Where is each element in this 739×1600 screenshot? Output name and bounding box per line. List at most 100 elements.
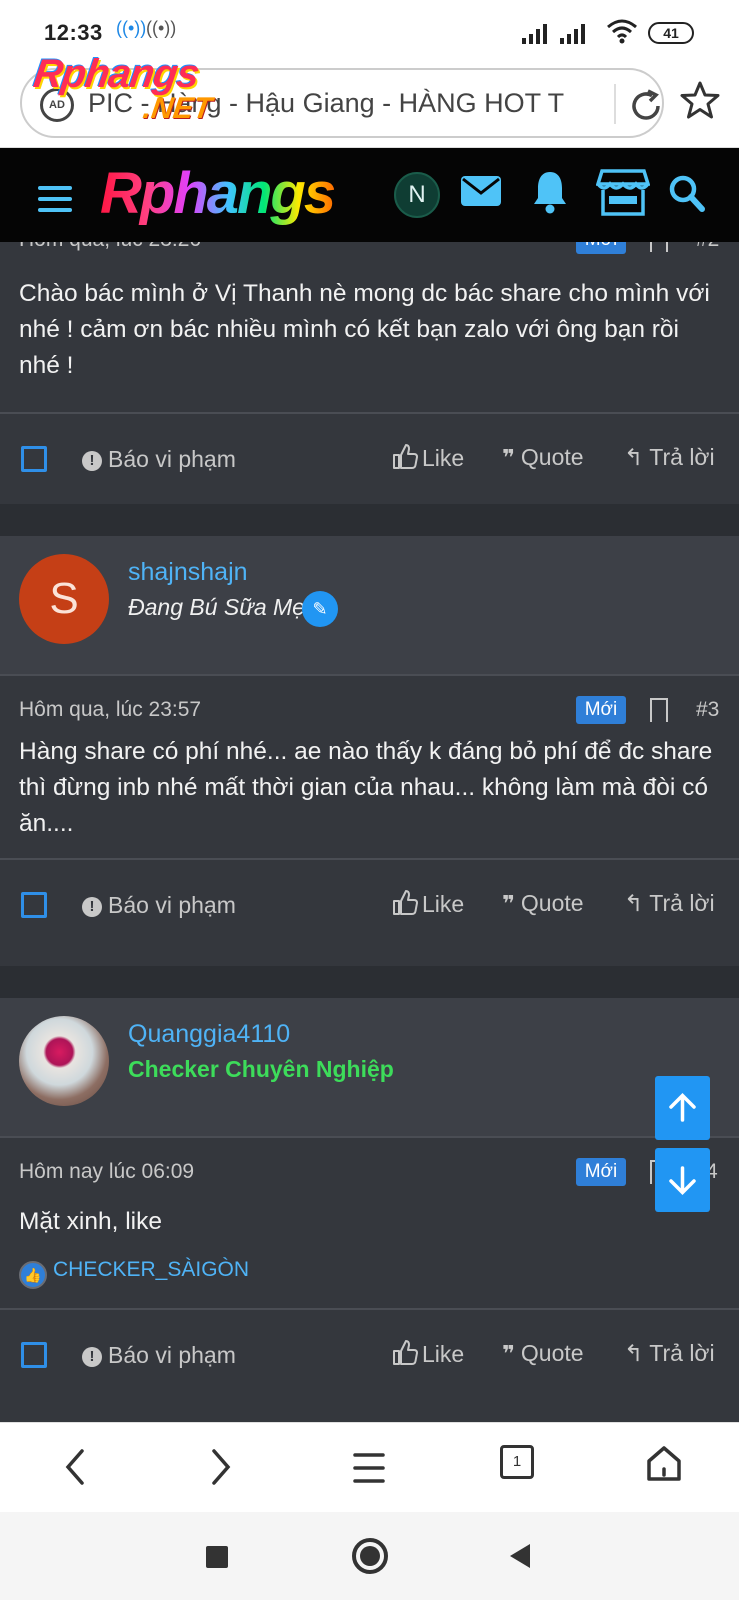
new-badge: Mới [576,1158,626,1186]
alert-icon: ! [82,1347,102,1367]
browser-nav-bar: 1 [0,1422,739,1512]
bell-icon[interactable] [532,170,568,214]
site-logo[interactable]: Rphangs [100,160,336,227]
reply-label: Trả lời [649,444,715,470]
quote-button[interactable]: ❞ Quote [502,890,584,917]
quote-label: Quote [520,1340,584,1366]
post-time: Hôm qua, lúc 23:26 [19,242,201,252]
like-button[interactable]: Like [392,1340,464,1368]
reply-label: Trả lời [649,890,715,916]
hotspot-icon: ((•)) [116,18,147,38]
forward-icon[interactable] [206,1447,236,1487]
arrow-down-icon [669,1166,696,1195]
username[interactable]: Quanggia4110 [128,1020,290,1049]
scroll-top-button[interactable] [655,1076,710,1140]
post-time: Hôm qua, lúc 23:57 [19,698,202,721]
quote-icon: ❞ [502,891,515,916]
quote-button[interactable]: ❞ Quote [502,444,584,471]
quote-button[interactable]: ❞ Quote [502,1340,584,1367]
watermark-logo: Rphangs .NET [30,52,214,125]
url-divider [614,84,616,124]
bookmark-icon[interactable] [650,242,668,252]
home-icon[interactable] [646,1445,682,1483]
post-message: Mặt xinh, like [19,1208,162,1235]
user-avatar[interactable]: N [394,172,440,218]
wifi-icon [607,19,637,44]
post-message: Chào bác mình ở Vị Thanh nè mong dc bác … [19,280,710,379]
signal-icon-2 [560,22,585,44]
thread-content[interactable]: Hôm qua, lúc 23:26 Mới #2 Chào bác mình … [0,242,739,1422]
user-title: Đang Bú Sữa Mẹ [128,594,305,620]
post-message: Hàng share có phí nhé... ae nào thấy k đ… [19,738,713,837]
reload-icon[interactable] [626,86,664,126]
select-checkbox[interactable] [21,446,47,472]
scroll-bottom-button[interactable] [655,1148,710,1212]
back-icon[interactable] [60,1447,90,1487]
like-button[interactable]: Like [392,890,464,918]
like-button[interactable]: Like [392,444,464,472]
post-gap [0,504,739,536]
post-3: S shajnshajn Đang Bú Sữa Mẹ ✎ Hôm qua, l… [0,536,739,966]
menu-lines-icon[interactable] [352,1451,386,1485]
mail-icon[interactable] [460,174,502,210]
select-checkbox[interactable] [21,892,47,918]
new-badge: Mới [576,696,626,724]
like-label: Like [422,891,465,917]
reply-icon: ↰ [624,1340,644,1366]
username[interactable]: shajnshajn [128,558,248,587]
post-author: S shajnshajn Đang Bú Sữa Mẹ ✎ [0,536,739,676]
bookmark-icon[interactable] [650,698,668,722]
menu-icon[interactable] [38,186,72,219]
back-system-icon[interactable] [508,1542,532,1570]
report-label: Báo vi phạm [108,892,236,918]
signal-icon [522,22,547,44]
tabs-button[interactable]: 1 [500,1445,534,1479]
post-number[interactable]: #2 [696,242,719,252]
watermark-net: .NET [140,92,214,125]
search-icon[interactable] [668,174,706,214]
thumbs-up-icon [393,890,418,915]
select-checkbox[interactable] [21,1342,47,1368]
report-label: Báo vi phạm [108,446,236,472]
site-header: Rphangs N [0,148,739,242]
post-gap [0,966,739,998]
thumbs-up-icon [393,1340,418,1365]
alert-icon: ! [82,451,102,471]
home-system-icon[interactable] [352,1538,388,1574]
avatar[interactable]: S [19,554,109,644]
thumbs-up-icon [393,444,418,469]
report-button[interactable]: ! Báo vi phạm [82,1342,236,1369]
alert-icon: ! [82,897,102,917]
report-button[interactable]: ! Báo vi phạm [82,892,236,919]
system-nav-bar [0,1512,739,1600]
quote-icon: ❞ [502,445,515,470]
store-icon[interactable] [596,168,650,218]
post-time: Hôm nay lúc 06:09 [19,1160,195,1183]
hotspot-icon-2: ((•)) [146,18,177,38]
user-title: Checker Chuyên Nghiệp [128,1056,394,1082]
post-actions: ! Báo vi phạm Like ❞ Quote ↰ Trả lời [0,1310,739,1402]
status-time: 12:33 [44,20,103,45]
quote-icon: ❞ [502,1341,515,1366]
post-number[interactable]: #3 [696,698,719,722]
reply-button[interactable]: ↰ Trả lời [624,1340,715,1367]
reply-button[interactable]: ↰ Trả lời [624,444,715,471]
report-label: Báo vi phạm [108,1342,236,1368]
reaction-summary[interactable]: 👍 CHECKER_SÀIGÒN [19,1258,249,1289]
avatar[interactable] [19,1016,109,1106]
watermark-text: Rphangs [30,52,202,96]
quote-label: Quote [520,890,584,916]
member-badge-icon: ✎ [302,591,338,627]
reaction-user[interactable]: CHECKER_SÀIGÒN [53,1258,249,1281]
reply-icon: ↰ [624,890,644,916]
post-actions: ! Báo vi phạm Like ❞ Quote ↰ Trả lời [0,860,739,952]
reply-button[interactable]: ↰ Trả lời [624,890,715,917]
quote-label: Quote [520,444,584,470]
post-actions: ! Báo vi phạm Like ❞ Quote ↰ Trả lời [0,414,739,506]
reply-label: Trả lời [649,1340,715,1366]
star-icon[interactable] [680,80,720,120]
new-badge: Mới [576,242,626,254]
recents-icon[interactable] [206,1546,228,1568]
report-button[interactable]: ! Báo vi phạm [82,446,236,473]
post-2: Hôm qua, lúc 23:26 Mới #2 Chào bác mình … [0,242,739,504]
